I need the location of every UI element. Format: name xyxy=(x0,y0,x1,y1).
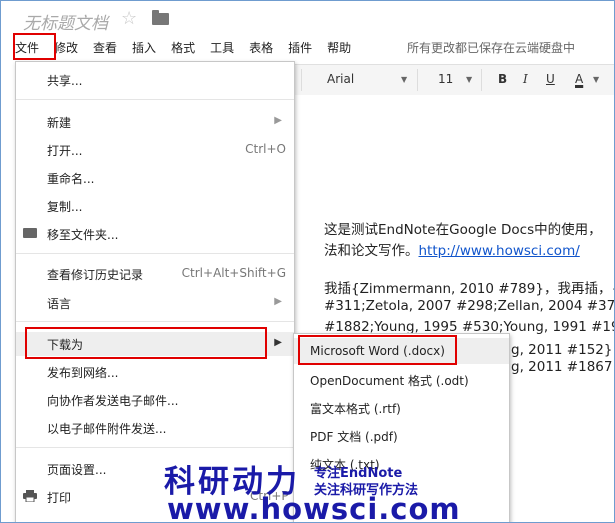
folder-icon[interactable] xyxy=(152,10,169,25)
menu-item-label: 新建 xyxy=(47,116,72,130)
menu-divider xyxy=(16,447,294,448)
menu-table[interactable]: 表格 xyxy=(249,39,273,56)
save-status: 所有更改都已保存在云端硬盘中 xyxy=(407,41,576,55)
download-pdf[interactable]: PDF 文档 (.pdf) xyxy=(294,422,509,448)
print-icon xyxy=(23,490,37,503)
menu-item-open[interactable]: 打开... Ctrl+O xyxy=(16,138,294,162)
watermark-url: www.howsci.com xyxy=(167,492,461,523)
doc-link[interactable]: http://www.howsci.com/ xyxy=(419,243,580,259)
menubar: 文件 修改 查看 插入 格式 工具 表格 插件 帮助 xyxy=(15,37,366,57)
ruler[interactable] xyxy=(293,95,614,110)
folder-icon xyxy=(23,228,37,238)
app-window: 无标题文档 ☆ 文件 修改 查看 插入 格式 工具 表格 插件 帮助 所有更改都… xyxy=(0,0,615,523)
menu-help[interactable]: 帮助 xyxy=(327,39,351,56)
bold-button[interactable]: B xyxy=(498,72,507,86)
toolbar: Arial ▼ 11 ▼ B I U A ▼ xyxy=(293,64,614,96)
menu-item-language[interactable]: 语言 ▶ xyxy=(16,291,294,315)
menu-item-label: 语言 xyxy=(47,297,72,311)
doc-line-2[interactable]: 法和论文写作。http://www.howsci.com/ xyxy=(324,239,580,259)
menu-item-label: 页面设置... xyxy=(47,463,107,477)
highlight-file-menu xyxy=(13,33,56,60)
menu-divider xyxy=(16,253,294,254)
file-menu: 共享... 新建 ▶ 打开... Ctrl+O 重命名... 复制... 移至文… xyxy=(15,61,295,522)
menu-insert[interactable]: 插入 xyxy=(132,39,156,56)
menu-item-email-collaborators[interactable]: 向协作者发送电子邮件... xyxy=(16,388,294,412)
chevron-down-icon[interactable]: ▼ xyxy=(401,75,407,84)
font-select[interactable]: Arial xyxy=(327,72,354,86)
menu-item-label: 发布到网络... xyxy=(47,366,119,380)
menu-addons[interactable]: 插件 xyxy=(288,39,312,56)
menu-item-label: 重命名... xyxy=(47,172,95,186)
toolbar-divider xyxy=(417,69,418,91)
doc-line-3[interactable]: 我插{Zimmermann, 2010 #789}，我再插，{Z xyxy=(324,277,614,297)
font-size-value: 11 xyxy=(438,72,454,86)
menu-item-label: 以电子邮件附件发送... xyxy=(47,422,167,436)
submenu-item-label: 富文本格式 (.rtf) xyxy=(310,402,401,416)
menu-format[interactable]: 格式 xyxy=(171,39,195,56)
menu-item-rename[interactable]: 重命名... xyxy=(16,166,294,190)
submenu-arrow-icon: ▶ xyxy=(274,115,282,126)
menu-shortcut: Ctrl+Alt+Shift+G xyxy=(181,266,286,280)
menu-item-label: 移至文件夹... xyxy=(47,228,119,242)
menu-item-copy[interactable]: 复制... xyxy=(16,194,294,218)
submenu-arrow-icon: ▶ xyxy=(274,337,282,348)
menu-item-share[interactable]: 共享... xyxy=(16,68,294,92)
font-select-value: Arial xyxy=(327,72,355,86)
menu-item-revision-history[interactable]: 查看修订历史记录 Ctrl+Alt+Shift+G xyxy=(16,262,294,286)
star-icon[interactable]: ☆ xyxy=(121,8,137,29)
menu-tools[interactable]: 工具 xyxy=(210,39,234,56)
menu-item-move-to-folder[interactable]: 移至文件夹... xyxy=(16,222,294,246)
doc-line-7[interactable]: g, 2011 #1867} xyxy=(511,359,614,375)
doc-line-1[interactable]: 这是测试EndNote在Google Docs中的使用， xyxy=(324,218,602,238)
underline-button[interactable]: U xyxy=(546,72,555,86)
download-odt[interactable]: OpenDocument 格式 (.odt) xyxy=(294,366,509,392)
menu-item-publish-web[interactable]: 发布到网络... xyxy=(16,360,294,384)
chevron-down-icon[interactable]: ▼ xyxy=(593,75,599,84)
download-rtf[interactable]: 富文本格式 (.rtf) xyxy=(294,394,509,420)
highlight-download-as xyxy=(25,327,267,359)
doc-line-6[interactable]: g, 2011 #152}， xyxy=(511,338,614,358)
menu-shortcut: Ctrl+O xyxy=(245,142,286,156)
menu-item-label: 查看修订历史记录 xyxy=(47,268,144,282)
italic-button[interactable]: I xyxy=(523,72,528,86)
menu-item-label: 打开... xyxy=(47,144,83,158)
toolbar-divider xyxy=(481,69,482,91)
menu-item-label: 打印 xyxy=(47,491,72,505)
menu-item-label: 向协作者发送电子邮件... xyxy=(47,394,179,408)
submenu-item-label: PDF 文档 (.pdf) xyxy=(310,430,398,444)
menu-edit[interactable]: 修改 xyxy=(54,39,78,56)
menu-divider xyxy=(16,321,294,322)
chevron-down-icon[interactable]: ▼ xyxy=(466,75,472,84)
font-size-select[interactable]: 11 xyxy=(438,72,453,86)
highlight-docx xyxy=(298,335,457,365)
submenu-arrow-icon: ▶ xyxy=(274,296,282,307)
menu-item-label: 共享... xyxy=(47,74,83,88)
menu-view[interactable]: 查看 xyxy=(93,39,117,56)
document-title[interactable]: 无标题文档 xyxy=(23,9,108,34)
menu-item-email-attachment[interactable]: 以电子邮件附件发送... xyxy=(16,416,294,440)
doc-line-2-text: 法和论文写作。 xyxy=(324,243,419,259)
toolbar-divider xyxy=(301,69,302,91)
text-color-button[interactable]: A xyxy=(575,72,583,86)
menu-item-new[interactable]: 新建 ▶ xyxy=(16,110,294,134)
submenu-item-label: OpenDocument 格式 (.odt) xyxy=(310,374,469,388)
menu-divider xyxy=(16,99,294,100)
menu-item-label: 复制... xyxy=(47,200,83,214)
doc-line-4[interactable]: #311;Zetola, 2007 #298;Zellan, 2004 #372… xyxy=(324,298,614,314)
